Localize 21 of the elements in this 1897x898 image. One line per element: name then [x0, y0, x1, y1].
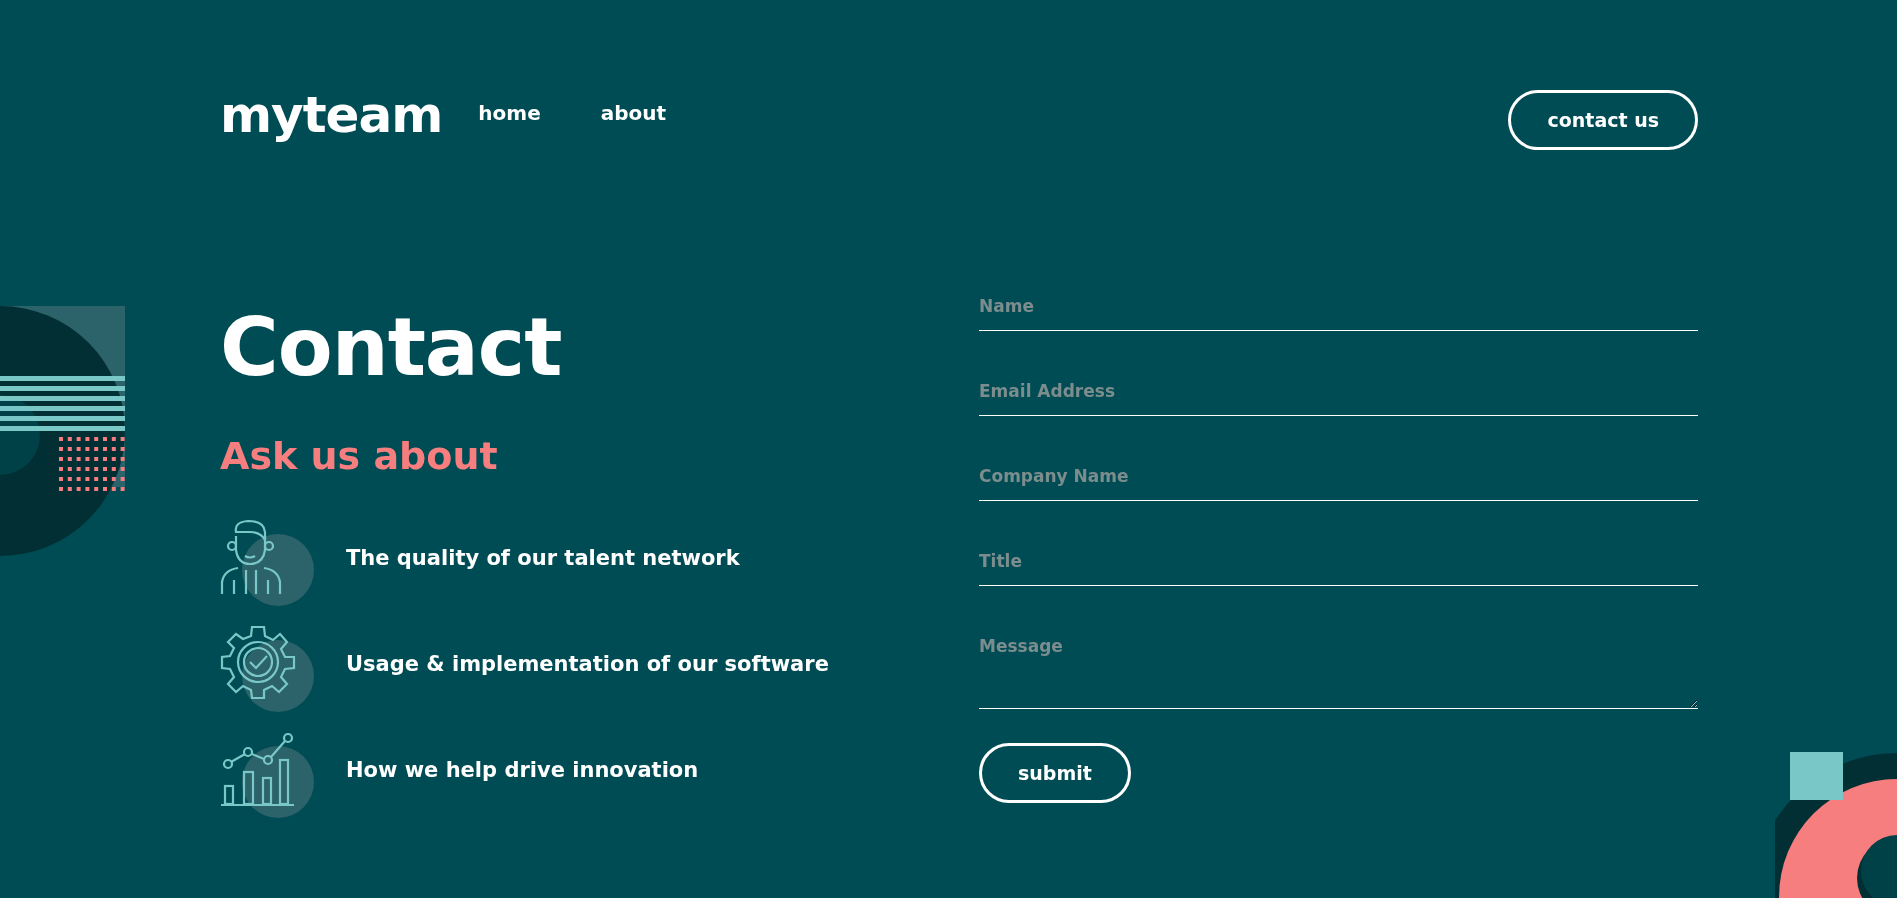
circle-icon — [242, 534, 314, 606]
message-field[interactable]: Message — [979, 630, 1698, 709]
nav-link[interactable]: home — [478, 101, 541, 125]
text-field[interactable]: Email Address — [979, 375, 1698, 416]
contact-button[interactable]: contact us — [1508, 90, 1698, 150]
topic-text: Usage & implementation of our software — [346, 652, 829, 676]
page-title: Contact — [220, 300, 563, 388]
text-field[interactable]: Title — [979, 545, 1698, 586]
topic-text: How we help drive innovation — [346, 758, 699, 782]
person-icon — [220, 518, 282, 596]
topic-text: The quality of our talent network — [346, 546, 740, 570]
chart-icon — [220, 730, 296, 806]
text-field[interactable]: Name — [979, 290, 1698, 331]
circle-icon — [242, 640, 314, 712]
text-field[interactable]: Company Name — [979, 460, 1698, 501]
circle-icon — [242, 746, 314, 818]
nav-link[interactable]: about — [600, 101, 667, 125]
section-subtitle: Ask us about — [220, 434, 499, 478]
logo[interactable]: myteam — [220, 90, 443, 150]
gear-check-icon — [220, 624, 296, 700]
submit-button[interactable]: submit — [979, 743, 1131, 803]
